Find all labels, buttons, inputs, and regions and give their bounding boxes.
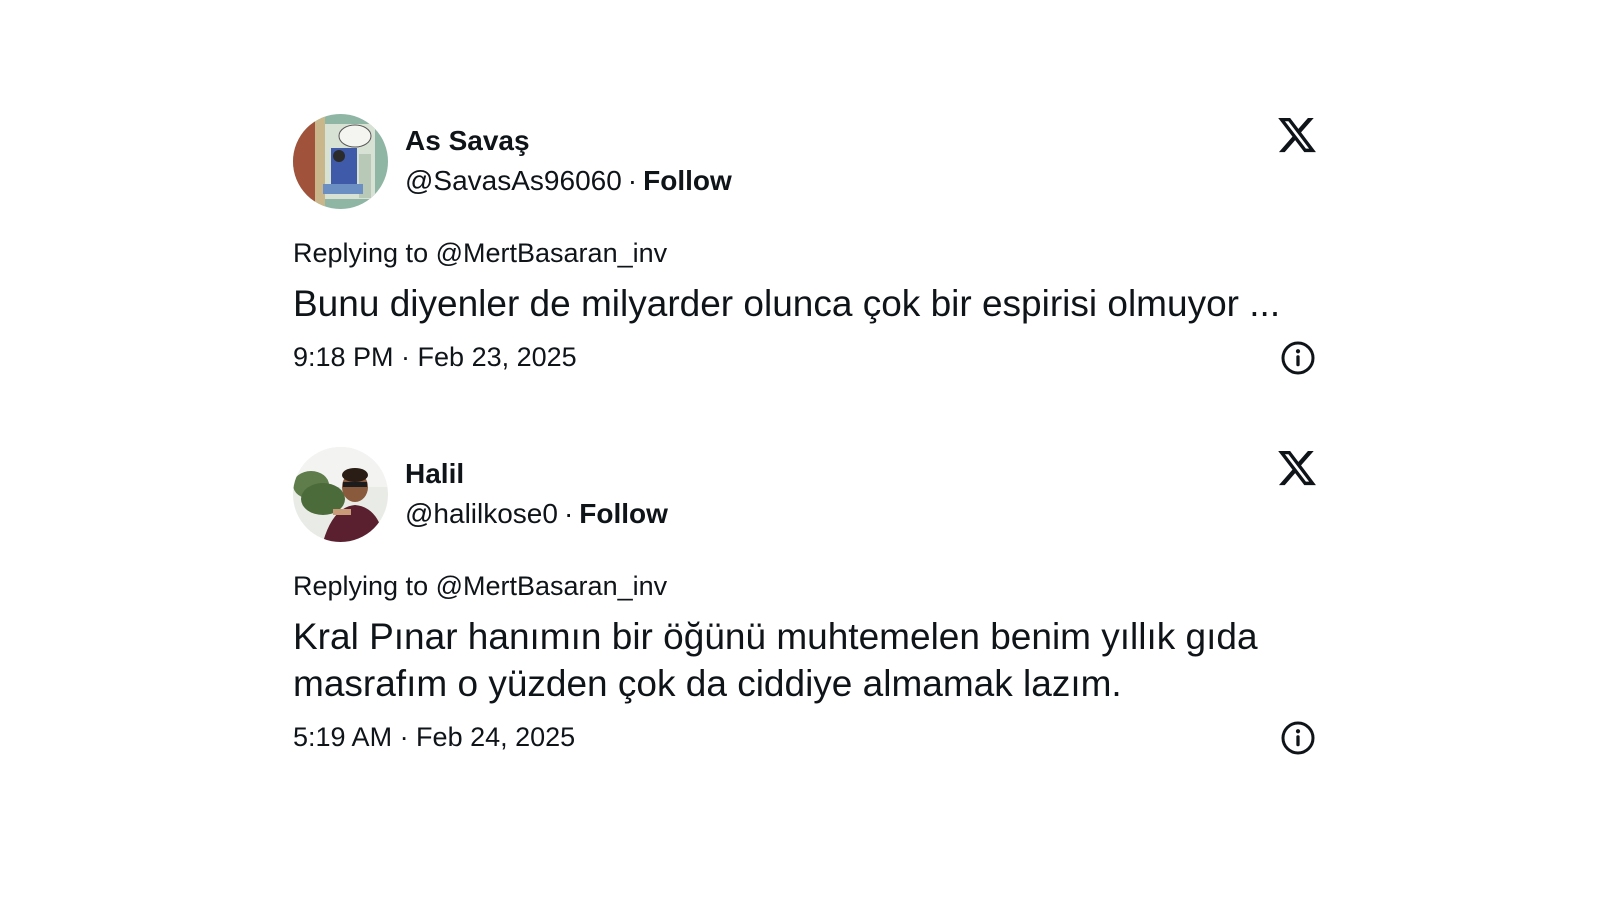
user-handle[interactable]: @halilkose0 bbox=[405, 498, 558, 529]
user-info: As Savaş @SavasAs96060 · Follow bbox=[405, 124, 732, 198]
separator-dot: · bbox=[627, 165, 638, 196]
tweet-text: Kral Pınar hanımın bir öğünü muhtemelen … bbox=[293, 616, 1258, 704]
x-logo-icon[interactable] bbox=[1276, 447, 1318, 489]
tweet-card: Halil @halilkose0 · Follow Replying to @Me… bbox=[293, 447, 1318, 757]
info-icon[interactable] bbox=[1280, 340, 1316, 376]
photo-avatar-image bbox=[293, 447, 388, 542]
avatar[interactable] bbox=[293, 114, 388, 209]
handle-row: @SavasAs96060 · Follow bbox=[405, 164, 732, 198]
x-logo-icon[interactable] bbox=[1276, 114, 1318, 156]
user-info: Halil @halilkose0 · Follow bbox=[405, 457, 668, 531]
replying-prefix: Replying to bbox=[293, 571, 429, 601]
tweet-header: As Savaş @SavasAs96060 · Follow bbox=[293, 114, 1318, 210]
tweet-card: As Savaş @SavasAs96060 · Follow Replying t… bbox=[293, 114, 1318, 377]
tweet-text: Bunu diyenler de milyarder olunca çok bi… bbox=[293, 283, 1281, 324]
replying-to-line: Replying to @MertBasaran_inv bbox=[293, 236, 1318, 270]
comic-avatar-image bbox=[293, 114, 388, 209]
replying-to-handle[interactable]: @MertBasaran_inv bbox=[436, 571, 668, 601]
timestamp[interactable]: 5:19 AM · Feb 24, 2025 bbox=[293, 722, 575, 752]
info-icon[interactable] bbox=[1280, 720, 1316, 756]
user-handle[interactable]: @SavasAs96060 bbox=[405, 165, 622, 196]
replying-to-handle[interactable]: @MertBasaran_inv bbox=[436, 238, 668, 268]
replying-prefix: Replying to bbox=[293, 238, 429, 268]
display-name[interactable]: As Savaş bbox=[405, 124, 732, 158]
timestamp[interactable]: 9:18 PM · Feb 23, 2025 bbox=[293, 342, 577, 372]
follow-button[interactable]: Follow bbox=[579, 498, 668, 529]
tweet-meta: 5:19 AM · Feb 24, 2025 bbox=[293, 717, 1318, 757]
display-name[interactable]: Halil bbox=[405, 457, 668, 491]
tweet-meta: 9:18 PM · Feb 23, 2025 bbox=[293, 337, 1318, 377]
replying-to-line: Replying to @MertBasaran_inv bbox=[293, 569, 1318, 603]
handle-row: @halilkose0 · Follow bbox=[405, 497, 668, 531]
tweet-header: Halil @halilkose0 · Follow bbox=[293, 447, 1318, 543]
avatar[interactable] bbox=[293, 447, 388, 542]
separator-dot: · bbox=[563, 498, 574, 529]
follow-button[interactable]: Follow bbox=[643, 165, 732, 196]
